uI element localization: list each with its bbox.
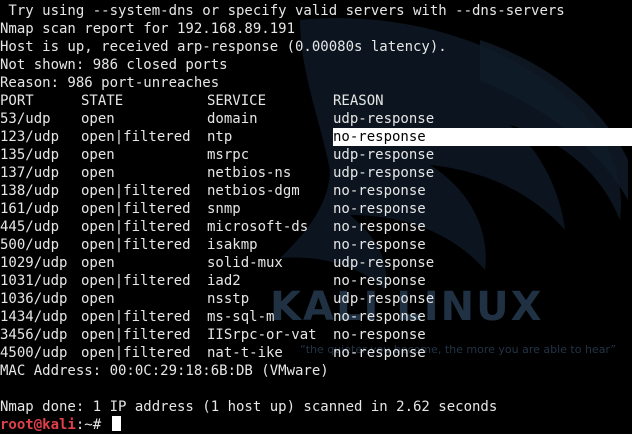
output-line: Host is up, received arp-response (0.000… — [0, 39, 447, 55]
reason-cell: no-response — [333, 201, 426, 217]
command-prompt[interactable]: root@kali:~# — [0, 416, 565, 434]
port-cell: 4500/udp — [0, 345, 68, 361]
output-line: Reason: 986 port-unreaches — [0, 75, 220, 91]
service-cell: solid-mux — [207, 255, 283, 271]
port-cell: 137/udp — [0, 165, 60, 181]
state-cell: open|filtered — [81, 237, 191, 253]
state-cell: open|filtered — [81, 219, 191, 235]
table-row-selected[interactable]: 123/udp open|filtered ntp no-response — [0, 128, 632, 146]
service-cell: netbios-dgm — [207, 183, 300, 199]
reason-cell: no-response — [333, 273, 426, 289]
port-cell: 53/udp — [0, 111, 51, 127]
state-cell: open — [81, 255, 115, 271]
column-header-port: PORT — [0, 93, 34, 109]
column-header-service: SERVICE — [207, 93, 267, 109]
port-cell: 3456/udp — [0, 327, 68, 343]
port-cell: 500/udp — [0, 237, 60, 253]
reason-cell: no-response — [333, 345, 426, 361]
reason-cell: udp-response — [333, 255, 435, 271]
port-cell: 123/udp — [0, 129, 60, 145]
state-cell: open — [81, 165, 115, 181]
nmap-done-line: Nmap done: 1 IP address (1 host up) scan… — [0, 399, 498, 415]
terminal-output: Try using --system-dns or specify valid … — [0, 2, 632, 434]
port-cell: 1031/udp — [0, 273, 68, 289]
table-row: 4500/udp open|filtered nat-t-ike no-resp… — [0, 344, 565, 362]
reason-cell-selected: no-response — [333, 129, 426, 145]
table-header: PORT STATE SERVICE REASON — [0, 92, 565, 110]
terminal-window[interactable]: KALI LINUX “the quieter you become, the … — [0, 0, 632, 434]
port-cell: 161/udp — [0, 201, 60, 217]
table-row: 161/udp open|filtered snmp no-response — [0, 200, 565, 218]
table-row: 1434/udp open|filtered ms-sql-m no-respo… — [0, 308, 565, 326]
service-cell: ms-sql-m — [207, 309, 275, 325]
state-cell: open|filtered — [81, 201, 191, 217]
output-line: Try using --system-dns or specify valid … — [0, 3, 565, 19]
table-row: 1036/udp open nsstp udp-response — [0, 290, 565, 308]
reason-cell: udp-response — [333, 291, 435, 307]
state-cell: open|filtered — [81, 345, 191, 361]
output-line: Nmap scan report for 192.168.89.191 — [0, 21, 296, 37]
table-row: 1031/udp open|filtered iad2 no-response — [0, 272, 565, 290]
service-cell: nat-t-ike — [207, 345, 283, 361]
service-cell: nsstp — [207, 291, 250, 307]
reason-cell: no-response — [333, 237, 426, 253]
reason-cell: udp-response — [333, 147, 435, 163]
table-row: 53/udp open domain udp-response — [0, 110, 565, 128]
service-cell: microsoft-ds — [207, 219, 309, 235]
reason-cell: udp-response — [333, 165, 435, 181]
prompt-path: :~# — [75, 417, 110, 433]
service-cell: IISrpc-or-vat — [207, 327, 317, 343]
port-cell: 445/udp — [0, 219, 60, 235]
state-cell: open — [81, 291, 115, 307]
table-row: 500/udp open|filtered isakmp no-response — [0, 236, 565, 254]
service-cell: snmp — [207, 201, 241, 217]
service-cell: isakmp — [207, 237, 258, 253]
mac-address-line: MAC Address: 00:0C:29:18:6B:DB (VMware) — [0, 363, 329, 379]
state-cell: open|filtered — [81, 327, 191, 343]
service-cell: ntp — [207, 129, 233, 145]
port-cell: 138/udp — [0, 183, 60, 199]
reason-cell: no-response — [333, 183, 426, 199]
port-cell: 1029/udp — [0, 255, 68, 271]
table-row: 1029/udp open solid-mux udp-response — [0, 254, 565, 272]
reason-cell: udp-response — [333, 111, 435, 127]
service-cell: iad2 — [207, 273, 241, 289]
output-line: Not shown: 986 closed ports — [0, 57, 228, 73]
reason-cell: no-response — [333, 327, 426, 343]
port-cell: 1036/udp — [0, 291, 68, 307]
column-header-state: STATE — [81, 93, 124, 109]
state-cell: open|filtered — [81, 129, 191, 145]
service-cell: domain — [207, 111, 258, 127]
state-cell: open|filtered — [81, 183, 191, 199]
prompt-user-host: root@kali — [0, 417, 76, 433]
state-cell: open|filtered — [81, 273, 191, 289]
table-row: 135/udp open msrpc udp-response — [0, 146, 565, 164]
text-cursor — [111, 416, 121, 431]
reason-cell: no-response — [333, 309, 426, 325]
state-cell: open — [81, 147, 115, 163]
column-header-reason: REASON — [333, 93, 384, 109]
table-row: 3456/udp open|filtered IISrpc-or-vat no-… — [0, 326, 565, 344]
table-row: 138/udp open|filtered netbios-dgm no-res… — [0, 182, 565, 200]
state-cell: open|filtered — [81, 309, 191, 325]
table-row: 137/udp open netbios-ns udp-response — [0, 164, 565, 182]
reason-cell: no-response — [333, 219, 426, 235]
port-cell: 1434/udp — [0, 309, 68, 325]
service-cell: msrpc — [207, 147, 250, 163]
state-cell: open — [81, 111, 115, 127]
service-cell: netbios-ns — [207, 165, 292, 181]
table-row: 445/udp open|filtered microsoft-ds no-re… — [0, 218, 565, 236]
port-cell: 135/udp — [0, 147, 60, 163]
